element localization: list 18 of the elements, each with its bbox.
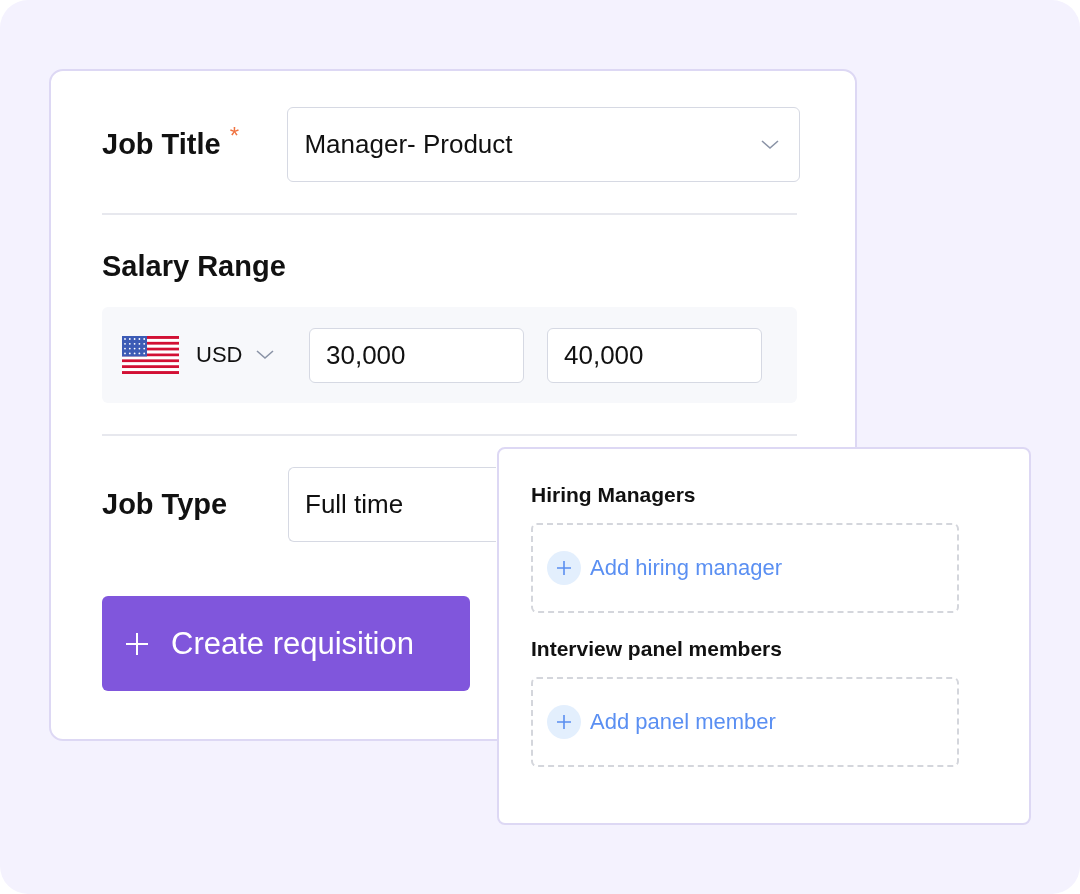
plus-icon	[547, 705, 581, 739]
max-salary-field[interactable]: 40,000	[547, 327, 762, 383]
job-title-dropdown[interactable]: Manager- Product	[287, 107, 800, 182]
plus-icon	[547, 551, 581, 585]
section-title: Interview panel members	[531, 637, 783, 661]
field-label: Job Type	[102, 488, 228, 521]
chevron-icon	[256, 350, 275, 360]
plus-icon	[126, 632, 148, 655]
flag-icon	[122, 336, 179, 374]
section-title: Hiring Managers	[531, 483, 697, 507]
job-type-dropdown[interactable]: Full time	[288, 467, 496, 542]
required-mark: *	[229, 122, 240, 150]
chevron-icon	[761, 139, 779, 150]
create-requisition-button[interactable]: Create requisition	[102, 596, 470, 691]
currency-dropdown[interactable]: USD	[196, 342, 309, 368]
min-salary-field[interactable]: 30,000	[309, 327, 524, 383]
section-title: Salary Range	[102, 250, 287, 283]
field-label: Job Title	[102, 128, 221, 161]
